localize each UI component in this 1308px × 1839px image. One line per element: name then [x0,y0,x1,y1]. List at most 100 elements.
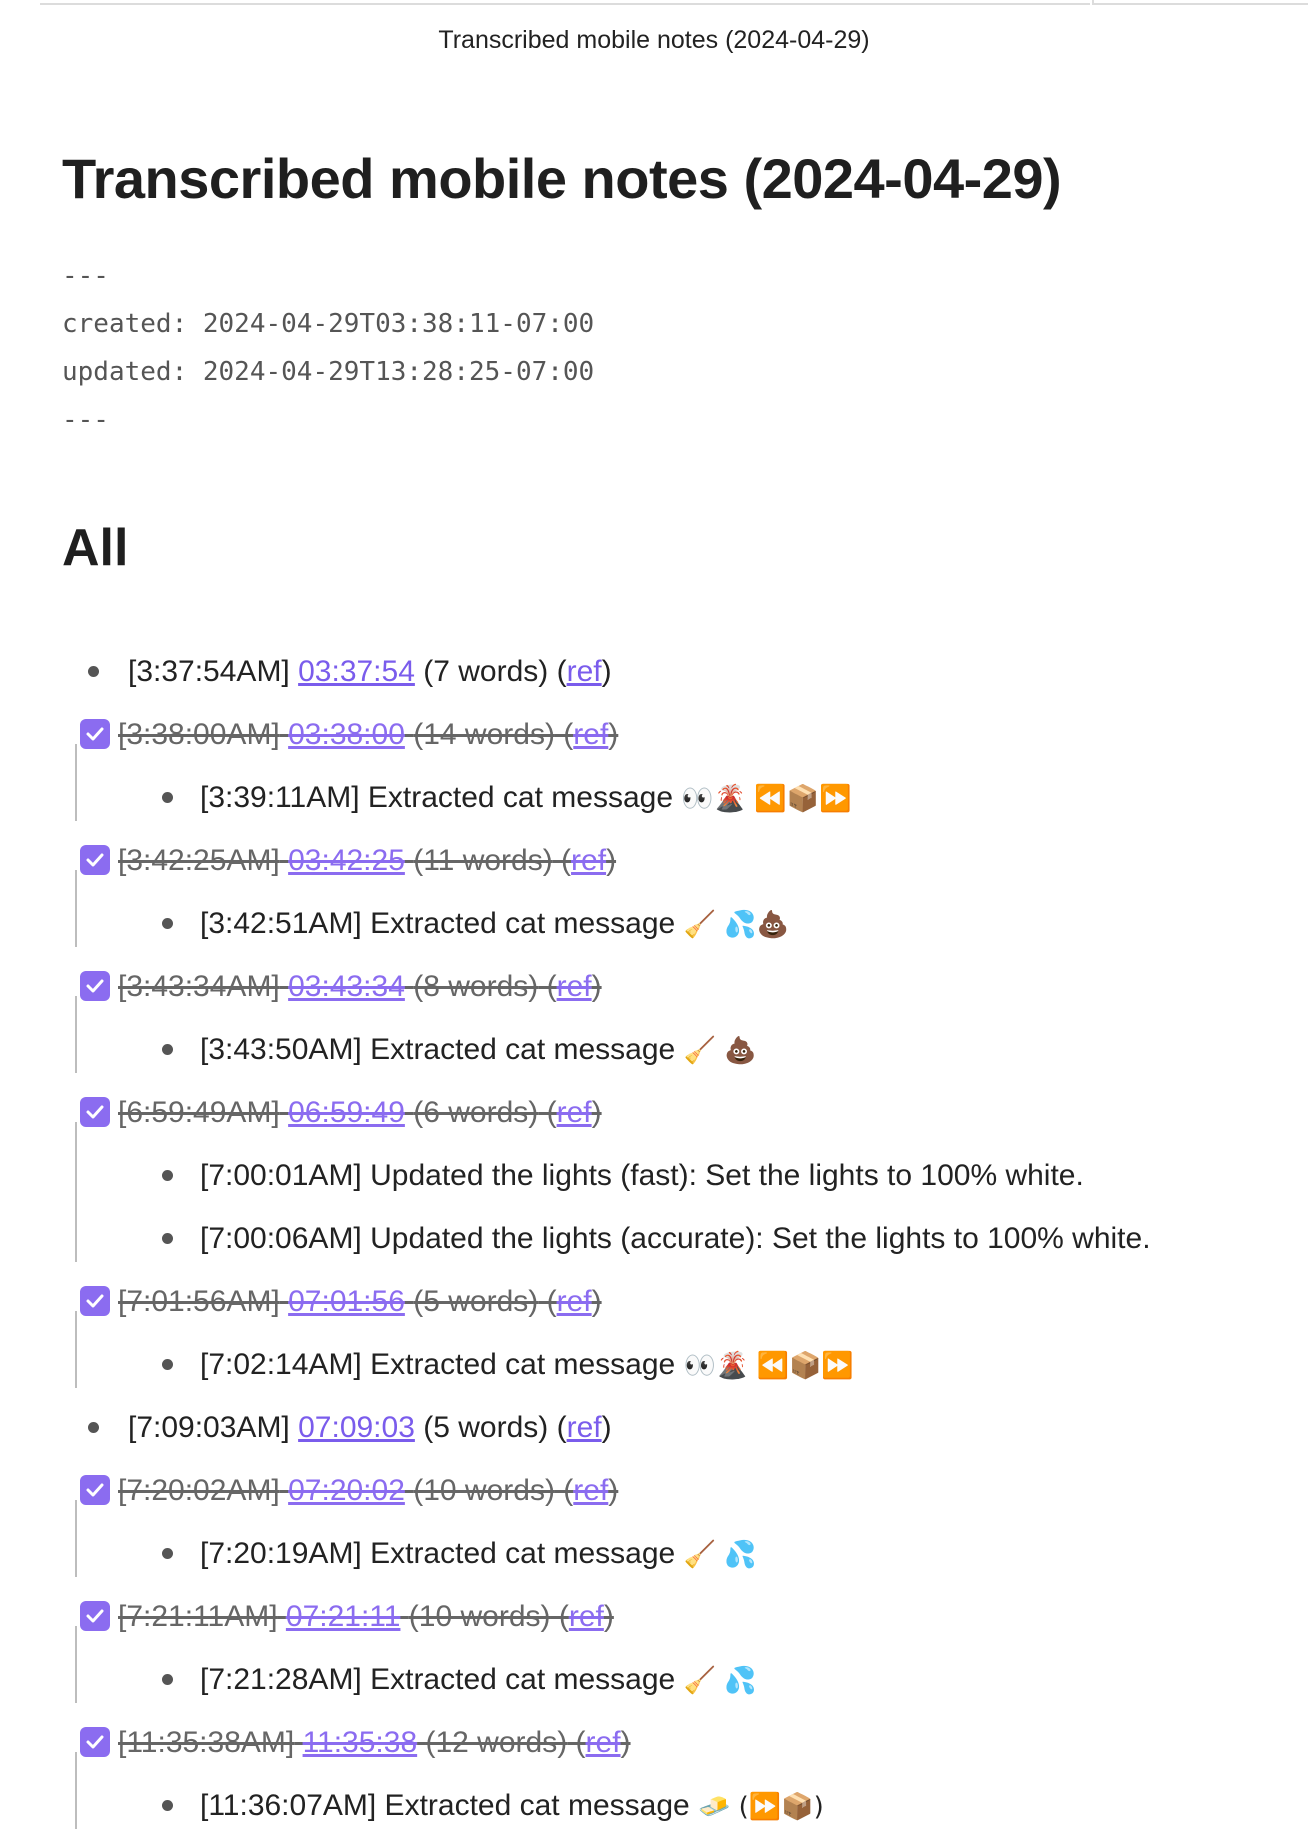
audio-link[interactable]: 11:35:38 [303,1726,418,1759]
indent-guide [75,1626,77,1703]
item-text: [3:43:34AM] 03:43:34 (8 words) (ref) [118,970,602,1003]
frontmatter: --- created: 2024-04-29T03:38:11-07:00 upd… [62,252,594,444]
sub-item-message: [7:02:14AM] Extracted cat message [200,1348,676,1381]
task-checkbox[interactable] [80,1475,110,1505]
item-text: [7:21:11AM] 07:21:11 (10 words) (ref) [118,1600,614,1633]
item-timestamp: [3:37:54AM] [128,655,290,688]
audio-link[interactable]: 06:59:49 [288,1096,405,1129]
sub-item-text: [7:00:06AM] Updated the lights (accurate… [200,1207,1151,1270]
item-timestamp: [11:35:38AM] [118,1726,295,1759]
note-title: Transcribed mobile notes (2024-04-29) [62,147,1062,210]
task-checkbox[interactable] [80,845,110,875]
sub-item-text: [7:00:01AM] Updated the lights (fast): S… [200,1144,1084,1207]
word-count: (6 words) [413,1096,539,1129]
ref-link[interactable]: ref [569,1600,604,1633]
sub-item-message: [3:42:51AM] Extracted cat message [200,907,676,940]
item-timestamp: [7:21:11AM] [118,1600,278,1633]
item-text: [11:35:38AM] 11:35:38 (12 words) (ref) [118,1726,631,1759]
ref-link[interactable]: ref [573,718,608,751]
sub-item-message: [7:21:28AM] Extracted cat message [200,1663,676,1696]
item-text: [7:09:03AM] 07:09:03 (5 words) (ref) [128,1411,612,1444]
item-timestamp: [3:38:00AM] [118,718,280,751]
audio-link[interactable]: 03:42:25 [288,844,405,877]
frontmatter-delimiter: --- [62,261,109,291]
bullet-icon [162,1674,173,1685]
audio-link[interactable]: 03:37:54 [298,655,415,688]
item-timestamp: [6:59:49AM] [118,1096,280,1129]
sub-item-text: [7:21:28AM] Extracted cat message 🧹 💦 [200,1648,757,1713]
item-text: [7:20:02AM] 07:20:02 (10 words) (ref) [118,1474,619,1507]
bullet-icon [162,1233,173,1244]
ref-link[interactable]: ref [586,1726,621,1759]
frontmatter-created: created: 2024-04-29T03:38:11-07:00 [62,309,595,339]
sub-item-message: [3:43:50AM] Extracted cat message [200,1033,676,1066]
emoji-icon: 🧈 (⏩📦) [698,1792,824,1822]
bullet-icon [162,1359,173,1370]
item-timestamp: [3:42:25AM] [118,844,280,877]
word-count: (12 words) [425,1726,568,1759]
bullet-icon [162,1800,173,1811]
emoji-icon: 🧹 💩 [683,1036,757,1066]
audio-link[interactable]: 03:38:00 [288,718,405,751]
sub-item-text: [3:43:50AM] Extracted cat message 🧹 💩 [200,1018,757,1083]
tab-strip-border-right [1092,0,1308,5]
tab-strip [0,0,1308,5]
word-count: (8 words) [413,970,539,1003]
ref-link[interactable]: ref [557,1096,592,1129]
sub-item-text: [11:36:07AM] Extracted cat message 🧈 (⏩📦… [200,1774,824,1839]
item-timestamp: [7:09:03AM] [128,1411,290,1444]
audio-link[interactable]: 07:09:03 [298,1411,415,1444]
indent-guide [75,1122,77,1262]
task-checkbox[interactable] [80,1097,110,1127]
bullet-icon [88,1422,99,1433]
ref-link[interactable]: ref [567,655,602,688]
item-text: [3:42:25AM] 03:42:25 (11 words) (ref) [118,844,617,877]
emoji-icon: 🧹 💦 [683,1666,757,1696]
item-text: [6:59:49AM] 06:59:49 (6 words) (ref) [118,1096,602,1129]
indent-guide [75,1500,77,1577]
item-timestamp: [7:01:56AM] [118,1285,280,1318]
word-count: (14 words) [413,718,555,751]
word-count: (5 words) [413,1285,539,1318]
item-timestamp: [7:20:02AM] [118,1474,280,1507]
tab-strip-border [40,0,1090,5]
bullet-icon [162,918,173,929]
frontmatter-updated: updated: 2024-04-29T13:28:25-07:00 [62,357,595,387]
word-count: (10 words) [413,1474,555,1507]
sub-item-text: [7:20:19AM] Extracted cat message 🧹 💦 [200,1522,757,1587]
word-count: (10 words) [408,1600,551,1633]
bullet-icon [162,1548,173,1559]
task-checkbox[interactable] [80,719,110,749]
item-timestamp: [3:43:34AM] [118,970,280,1003]
bullet-icon [162,792,173,803]
emoji-icon: 👀🌋 ⏪📦⏩ [681,784,852,814]
window-title: Transcribed mobile notes (2024-04-29) [438,26,870,54]
audio-link[interactable]: 03:43:34 [288,970,405,1003]
word-count: (7 words) [423,655,549,688]
frontmatter-delimiter: --- [62,405,109,435]
emoji-icon: 🧹 💦💩 [683,910,789,940]
bullet-icon [88,666,99,677]
emoji-icon: 👀🌋 ⏪📦⏩ [683,1351,854,1381]
ref-link[interactable]: ref [557,970,592,1003]
ref-link[interactable]: ref [567,1411,602,1444]
section-heading: All [62,519,129,577]
sub-item-message: [7:00:01AM] Updated the lights (fast): S… [200,1159,1084,1192]
sub-item-text: [7:02:14AM] Extracted cat message 👀🌋 ⏪📦⏩ [200,1333,854,1398]
task-checkbox[interactable] [80,1727,110,1757]
task-checkbox[interactable] [80,1286,110,1316]
indent-guide [75,744,77,821]
audio-link[interactable]: 07:20:02 [288,1474,405,1507]
emoji-icon: 🧹 💦 [683,1540,757,1570]
task-checkbox[interactable] [80,1601,110,1631]
audio-link[interactable]: 07:21:11 [286,1600,401,1633]
sub-item-message: [11:36:07AM] Extracted cat message [200,1789,690,1822]
sub-item-message: [7:00:06AM] Updated the lights (accurate… [200,1222,1151,1255]
ref-link[interactable]: ref [573,1474,608,1507]
ref-link[interactable]: ref [571,844,606,877]
item-text: [7:01:56AM] 07:01:56 (5 words) (ref) [118,1285,602,1318]
task-checkbox[interactable] [80,971,110,1001]
sub-item-text: [3:39:11AM] Extracted cat message 👀🌋 ⏪📦⏩ [200,766,852,831]
ref-link[interactable]: ref [557,1285,592,1318]
audio-link[interactable]: 07:01:56 [288,1285,405,1318]
